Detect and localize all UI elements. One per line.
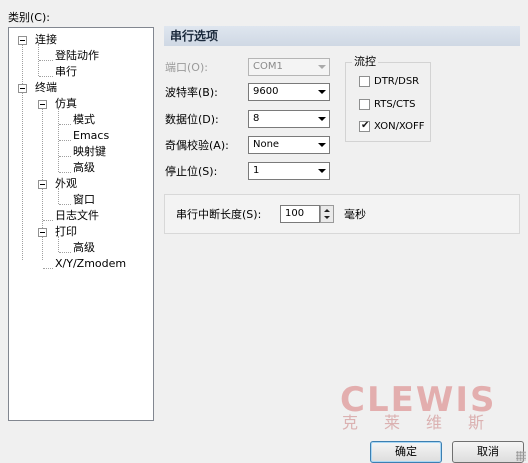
tree-item-xyzmodem[interactable]: X/Y/Zmodem [55,257,126,271]
serial-break-spinner[interactable] [320,205,334,223]
stop-bits-value: 1 [253,165,260,176]
baud-rate-label: 波特率(B): [165,86,218,99]
tree-item-login-actions[interactable]: 登陆动作 [55,49,99,63]
serial-break-label: 串行中断长度(S): [176,208,262,221]
baud-rate-value: 9600 [253,86,279,97]
port-value: COM1 [253,61,283,72]
parity-select[interactable]: None [248,136,330,154]
checkmark-icon: ✔ [361,120,370,131]
tree-item-appearance[interactable]: 外观 [55,177,77,191]
section-title: 串行选项 [164,26,520,46]
tree-line [39,60,53,61]
tree-line [43,220,53,221]
spin-down-icon[interactable] [324,216,330,219]
tree-item-printing[interactable]: 打印 [55,225,77,239]
parity-label: 奇偶校验(A): [165,139,229,152]
tree-item-window[interactable]: 窗口 [73,193,95,207]
tree-item-log-file[interactable]: 日志文件 [55,209,99,223]
chevron-down-icon [318,169,326,173]
rts-cts-label: RTS/CTS [374,99,416,110]
serial-break-unit: 毫秒 [344,208,366,221]
category-tree[interactable]: 连接 登陆动作 串行 终端 仿真 模式 Emacs 映射键 高级 外观 窗口 日… [8,27,154,421]
collapse-icon[interactable] [38,180,47,189]
data-bits-value: 8 [253,113,260,124]
tree-line [59,252,71,253]
tree-line [43,268,53,269]
stop-bits-select[interactable]: 1 [248,162,330,180]
tree-line [59,204,71,205]
ok-button[interactable]: 确定 [370,441,442,463]
tree-item-modes[interactable]: 模式 [73,113,95,127]
tree-line [22,92,23,260]
xon-xoff-checkbox[interactable]: ✔ [359,120,370,132]
dtr-dsr-checkbox[interactable] [359,76,370,87]
watermark-logo: CLEWIS [340,380,497,420]
data-bits-label: 数据位(D): [165,113,219,126]
chevron-down-icon [318,65,326,69]
tree-line [59,140,71,141]
cancel-button[interactable]: 取消 [452,441,524,463]
chevron-down-icon [318,90,326,94]
baud-rate-select[interactable]: 9600 [248,83,330,101]
resize-grip[interactable] [516,451,526,461]
flow-control-title: 流控 [352,55,378,68]
port-label: 端口(O): [165,61,208,74]
data-bits-select[interactable]: 8 [248,110,330,128]
tree-line [39,76,53,77]
parity-value: None [253,139,280,150]
tree-line [59,124,71,125]
tree-item-connection[interactable]: 连接 [35,33,57,47]
port-select[interactable]: COM1 [248,58,330,76]
chevron-down-icon [318,143,326,147]
tree-item-serial[interactable]: 串行 [55,65,77,79]
rts-cts-checkbox[interactable] [359,99,370,110]
tree-line [59,172,71,173]
collapse-icon[interactable] [38,100,47,109]
tree-item-terminal[interactable]: 终端 [35,81,57,95]
collapse-icon[interactable] [18,36,27,45]
serial-break-input[interactable]: 100 [280,205,320,223]
tree-item-advanced[interactable]: 高级 [73,161,95,175]
tree-item-emacs[interactable]: Emacs [73,129,109,143]
collapse-icon[interactable] [38,228,47,237]
spin-up-icon[interactable] [324,209,330,212]
collapse-icon[interactable] [18,84,27,93]
tree-item-printing-advanced[interactable]: 高级 [73,241,95,255]
chevron-down-icon [318,117,326,121]
tree-item-emulation[interactable]: 仿真 [55,97,77,111]
xon-xoff-label: XON/XOFF [374,121,425,132]
watermark-subtitle: 克莱维斯 [342,413,511,432]
tree-item-keymap[interactable]: 映射键 [73,145,106,159]
stop-bits-label: 停止位(S): [165,165,218,178]
tree-line [59,156,71,157]
category-label: 类别(C): [8,11,50,24]
dtr-dsr-label: DTR/DSR [374,76,420,87]
